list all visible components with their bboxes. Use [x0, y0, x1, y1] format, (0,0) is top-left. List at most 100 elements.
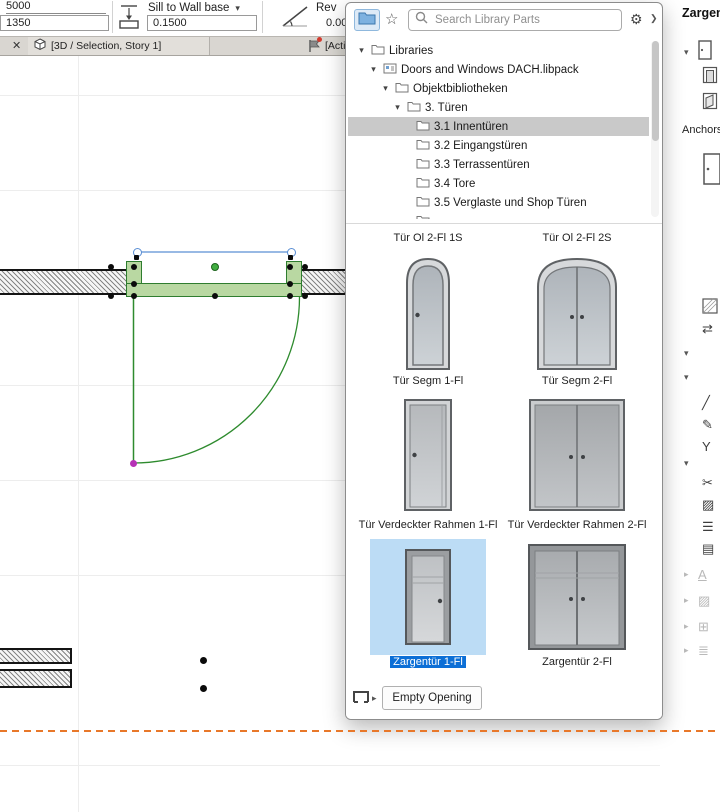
tree-item-label: Doors and Windows DACH.libpack — [401, 63, 579, 76]
favorites-star-icon[interactable]: ☆ — [385, 10, 398, 28]
line-types-button[interactable]: ☰ — [702, 520, 714, 533]
door-preview — [354, 391, 502, 518]
chevron-right-icon: ▸ — [684, 645, 689, 655]
flip-button[interactable]: ⇄ — [702, 322, 713, 335]
library-item-label: Tür Verdeckter Rahmen 2-Fl — [507, 519, 647, 531]
selection-handle[interactable] — [131, 281, 137, 287]
tab-3d-selection[interactable]: [3D / Selection, Story 1] — [28, 37, 210, 55]
marquee-dashed-line[interactable] — [0, 730, 720, 732]
layers-button[interactable]: ▤ — [702, 542, 714, 555]
chevron-down-icon[interactable]: ▾ — [392, 102, 403, 113]
library-item[interactable]: Zargentür 2-Fl — [502, 539, 652, 670]
door-elevation-icon — [702, 66, 718, 89]
folder-icon — [416, 214, 430, 219]
selection-handle[interactable] — [131, 293, 137, 299]
wall-segment[interactable] — [0, 648, 72, 664]
grid-disabled-icon: ⊞ — [698, 619, 709, 634]
tree-item-tueren[interactable]: ▾ 3. Türen — [348, 98, 649, 117]
pen-tool-button[interactable]: ✎ — [702, 418, 713, 431]
chevron-right-icon: ▸ — [684, 621, 689, 631]
cut-button[interactable]: ✂ — [702, 476, 713, 489]
door-swing-hotspot[interactable] — [129, 459, 137, 467]
tree-item-partial[interactable] — [348, 212, 649, 219]
door-preview — [354, 249, 502, 374]
library-item-label[interactable]: Tür Ol 2-Fl 1S — [354, 231, 502, 246]
library-disabled-icon: ≣ — [698, 643, 709, 658]
chevron-down-icon[interactable]: ▾ — [684, 47, 693, 58]
search-input[interactable] — [433, 13, 615, 27]
dimension-field-1[interactable]: 5000 — [6, 0, 106, 14]
door-preview — [370, 539, 486, 655]
tree-item-libpack[interactable]: ▾ Doors and Windows DACH.libpack — [348, 60, 649, 79]
grid-line — [0, 765, 720, 766]
reference-point[interactable] — [200, 657, 207, 664]
tree-scrollbar[interactable] — [651, 41, 659, 217]
anchors-label: Anchors — [682, 124, 720, 136]
selection-handle[interactable] — [302, 293, 308, 299]
library-item-selected[interactable]: Zargentür 1-Fl — [354, 539, 502, 670]
swap-arrows-icon: ⇄ — [702, 321, 713, 336]
tree-item-libraries[interactable]: ▾ Libraries — [348, 41, 649, 60]
section-expander[interactable]: ▾ — [684, 348, 693, 359]
section-expander[interactable]: ▾ — [684, 372, 693, 383]
sill-reference-dropdown[interactable]: Sill to Wall base ▾ — [148, 2, 240, 14]
selection-handle[interactable] — [287, 281, 293, 287]
library-item[interactable]: Tür Verdeckter Rahmen 1-Fl — [354, 391, 502, 533]
chevron-down-icon: ▾ — [235, 2, 240, 13]
selection-handle[interactable] — [288, 255, 293, 260]
door-open-preview-button[interactable] — [702, 92, 718, 115]
tree-item-tore[interactable]: 3.4 Tore — [348, 174, 649, 193]
wall-segment[interactable] — [0, 269, 127, 295]
search-box[interactable] — [408, 9, 622, 31]
gear-icon[interactable]: ⚙ — [630, 11, 643, 28]
library-item[interactable]: Tür Verdeckter Rahmen 2-Fl — [502, 391, 652, 533]
door-preview-button[interactable] — [702, 66, 718, 89]
selection-handle[interactable] — [212, 293, 218, 299]
chevron-down-icon[interactable]: ▾ — [356, 45, 367, 56]
opening-flyout-button[interactable]: ▸ — [352, 688, 377, 709]
settings-dialog-title: Zargent — [682, 6, 720, 20]
chevron-down-icon[interactable]: ▾ — [380, 83, 391, 94]
sill-value-field[interactable]: 0.1500 — [147, 15, 257, 31]
selection-handle[interactable] — [287, 264, 293, 270]
close-icon[interactable]: ✕ — [12, 39, 21, 52]
selection-handle[interactable] — [131, 264, 137, 270]
folder-icon — [416, 195, 430, 210]
dimension-tool-button[interactable]: ╱ — [702, 396, 710, 409]
scrollbar-thumb[interactable] — [651, 41, 659, 141]
reference-point[interactable] — [200, 685, 207, 692]
anchor-door-button[interactable] — [702, 152, 720, 191]
library-item-label: Tür Verdeckter Rahmen 1-Fl — [358, 519, 498, 531]
sill-reference-label: Sill to Wall base — [148, 2, 230, 14]
preview-section-row[interactable]: ▾ — [684, 40, 712, 65]
tree-item-label: 3.4 Tore — [434, 177, 476, 190]
tree-item-innentueren-selected[interactable]: 3.1 Innentüren — [348, 117, 649, 136]
edit-node-green[interactable] — [211, 263, 219, 271]
library-item[interactable]: Tür Segm 1-Fl — [354, 249, 502, 389]
tree-item-eingangstueren[interactable]: 3.2 Eingangstüren — [348, 136, 649, 155]
tree-item-objektbibliotheken[interactable]: ▾ Objektbibliotheken — [348, 79, 649, 98]
flyout-chevron-icon[interactable]: ❯ — [650, 13, 658, 24]
selection-handle[interactable] — [302, 264, 308, 270]
wall-segment[interactable] — [301, 269, 350, 295]
library-item-label: Tür Segm 1-Fl — [392, 375, 464, 387]
selection-handle[interactable] — [108, 293, 114, 299]
branch-button[interactable]: Y — [702, 440, 711, 453]
selection-handle[interactable] — [108, 264, 114, 270]
empty-opening-button[interactable]: Empty Opening — [382, 686, 482, 710]
tree-item-verglaste[interactable]: 3.5 Verglaste und Shop Türen — [348, 193, 649, 212]
selection-handle[interactable] — [287, 293, 293, 299]
revolve-label: Rev — [316, 2, 337, 14]
fill-button[interactable]: ▨ — [702, 498, 714, 511]
section-expander[interactable]: ▾ — [684, 458, 693, 469]
door-settings-panel-edge: Zargent ▾ Anchors — [660, 0, 720, 812]
folder-view-button[interactable] — [354, 9, 380, 31]
chevron-down-icon[interactable]: ▾ — [368, 64, 379, 75]
dimension-field-2[interactable]: 1350 — [0, 15, 109, 31]
opening-hatch-button[interactable] — [702, 298, 718, 319]
tree-item-terrassentueren[interactable]: 3.3 Terrassentüren — [348, 155, 649, 174]
wall-segment[interactable] — [0, 669, 72, 688]
library-item-label[interactable]: Tür Ol 2-Fl 2S — [502, 231, 652, 246]
selection-handle[interactable] — [134, 255, 139, 260]
library-item[interactable]: Tür Segm 2-Fl — [502, 249, 652, 389]
